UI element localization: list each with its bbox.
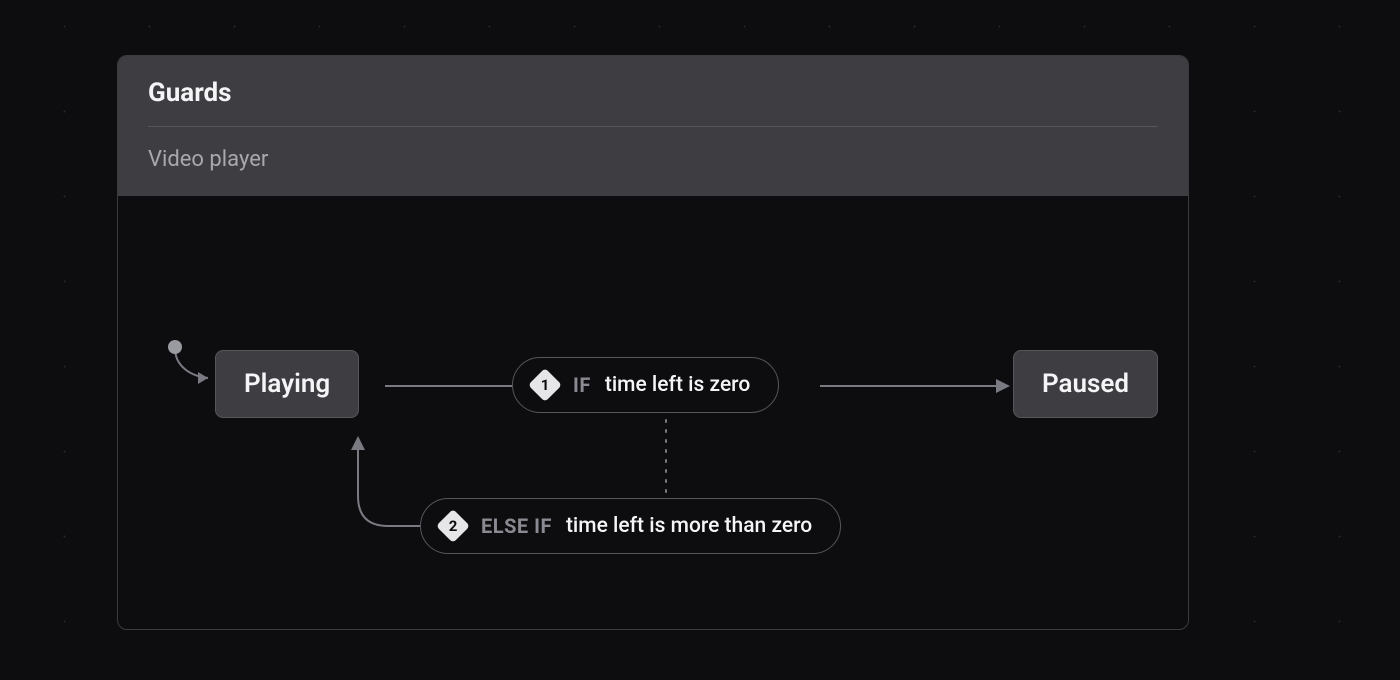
guard-condition: time left is zero [605,373,750,397]
initial-state-dot [168,340,182,354]
panel-divider [148,126,1158,127]
state-label: Playing [244,369,330,399]
guard-pill-1[interactable]: 1 IF time left is zero [512,357,779,413]
panel-subtitle: Video player [148,147,1158,172]
diagram-canvas[interactable]: Playing Paused 1 IF time left is zero 2 … [118,196,1188,601]
panel-header: Guards Video player [118,56,1188,196]
arrowhead-to-paused [996,379,1010,393]
guard-keyword: IF [573,373,591,397]
edge-guard2-to-playing [358,448,420,526]
guard-pill-2[interactable]: 2 ELSE IF time left is more than zero [420,498,841,554]
guard-number: 2 [439,512,467,540]
guard-condition: time left is more than zero [566,514,812,538]
state-machine-panel: Guards Video player Playing [117,55,1189,630]
state-label: Paused [1042,369,1129,399]
state-node-playing[interactable]: Playing [215,350,359,418]
diamond-icon: 1 [531,371,559,399]
panel-title: Guards [148,78,1158,108]
state-node-paused[interactable]: Paused [1013,350,1158,418]
diamond-icon: 2 [439,512,467,540]
edge-initial-to-playing [175,348,208,378]
guard-number: 1 [531,371,559,399]
guard-keyword: ELSE IF [481,514,552,538]
arrowhead-back-to-playing [351,436,365,450]
arrowhead-initial [198,372,208,384]
